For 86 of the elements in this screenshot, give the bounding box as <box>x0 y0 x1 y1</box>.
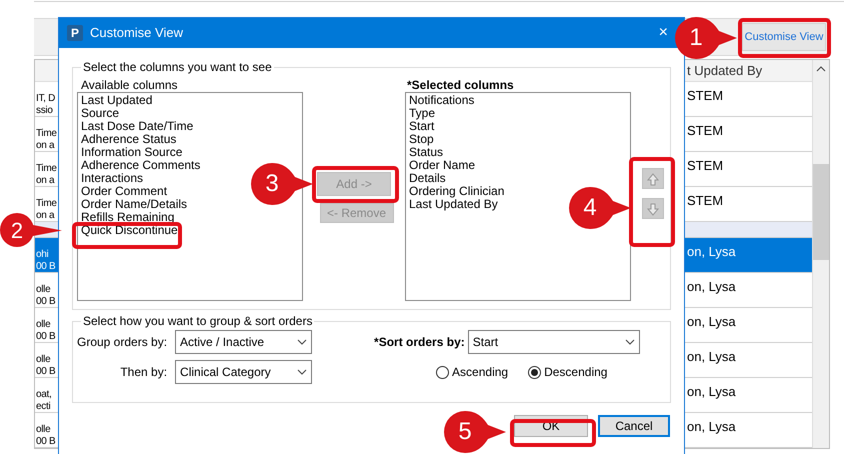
list-item[interactable]: Status <box>409 146 444 159</box>
table-cell: 00 B <box>36 436 56 448</box>
table-cell-text: on, Lysa <box>687 383 737 401</box>
arrow-up-icon <box>645 170 661 186</box>
list-item[interactable]: Last Updated By <box>409 198 498 211</box>
cancel-button[interactable]: Cancel <box>598 415 670 437</box>
group-legend: Select the columns you want to see <box>81 58 274 76</box>
list-item[interactable]: Quick Discontinue <box>81 224 178 237</box>
list-item[interactable]: Details <box>409 172 446 185</box>
table-cell: Time <box>36 198 57 210</box>
table-cell-text: STEM <box>687 157 724 175</box>
scrollbar[interactable] <box>812 60 829 448</box>
field-label: Group orders by: <box>77 334 168 351</box>
dropdown[interactable]: Start <box>468 330 640 354</box>
table-cell: oat, <box>36 389 52 401</box>
list-item[interactable]: Ordering Clinician <box>409 185 504 198</box>
table-cell: on a <box>36 140 54 152</box>
close-button[interactable]: × <box>658 24 668 42</box>
group-legend: Select how you want to group & sort orders <box>81 312 314 330</box>
radio-option[interactable]: Ascending <box>436 363 508 381</box>
list-item[interactable]: Adherence Status <box>81 133 176 146</box>
window-title: Customise View <box>90 24 184 42</box>
step-badge: 3 <box>251 163 313 205</box>
step-badge: 4 <box>569 187 631 229</box>
chevron-up-icon <box>816 66 826 72</box>
dropdown[interactable]: Active / Inactive <box>175 330 312 354</box>
list-item[interactable]: Interactions <box>81 172 144 185</box>
radio-button[interactable] <box>528 366 542 378</box>
dropdown[interactable]: Clinical Category <box>175 360 312 384</box>
radio-label: Ascending <box>452 364 508 381</box>
list-item[interactable]: Refills Remaining <box>81 211 174 224</box>
list-item[interactable]: Source <box>81 107 120 120</box>
table-cell-text: on, Lysa <box>687 278 737 296</box>
customise-view-button[interactable]: Customise View <box>742 23 826 51</box>
table-cell: 00 B <box>36 296 56 308</box>
table-cell: on a <box>36 210 54 222</box>
list-item[interactable]: Stop <box>409 133 434 146</box>
list-label: Available columns <box>81 78 178 92</box>
table-cell: ecti <box>36 401 50 413</box>
chevron-down-icon <box>624 339 635 345</box>
step-badge: 1 <box>675 17 737 59</box>
table-cell: Time <box>36 163 57 175</box>
app-logo-icon: P <box>67 25 83 41</box>
table-cell: on a <box>36 175 54 187</box>
arrow-down-icon <box>645 200 661 216</box>
list-item[interactable]: Last Dose Date/Time <box>81 120 194 133</box>
column-header: t Updated By <box>687 62 764 80</box>
callout-pointer <box>33 225 62 236</box>
table-cell: olle <box>36 319 50 331</box>
list-item[interactable]: Order Comment <box>81 185 168 198</box>
chevron-down-icon <box>297 369 308 375</box>
table-cell-text: on, Lysa <box>687 243 737 261</box>
list-label: *Selected columns <box>407 78 515 92</box>
list-item[interactable]: Adherence Comments <box>81 159 200 172</box>
list-item[interactable]: Notifications <box>409 94 474 107</box>
list-item[interactable]: Order Name <box>409 159 476 172</box>
list-item[interactable]: Information Source <box>81 146 182 159</box>
table-cell: olle <box>36 284 50 296</box>
step-badge: 5 <box>444 411 506 453</box>
table-cell: ssio <box>36 105 53 117</box>
table-cell: 00 B <box>36 366 56 378</box>
table-cell-text: on, Lysa <box>687 348 737 366</box>
table-cell-text: on, Lysa <box>687 418 737 436</box>
radio-button[interactable] <box>436 366 450 378</box>
table-cell-text: STEM <box>687 122 724 140</box>
field-label: *Sort orders by: <box>374 334 465 351</box>
list-item[interactable]: Last Updated <box>81 94 152 107</box>
table-cell: ohi <box>36 249 48 261</box>
table-cell-text: STEM <box>687 192 724 210</box>
list-item[interactable]: Order Name/Details <box>81 198 188 211</box>
scrollbar-thumb[interactable] <box>813 164 829 260</box>
table-cell: IT, D <box>36 93 56 105</box>
radio-label: Descending <box>544 364 608 381</box>
list-item[interactable]: Type <box>409 107 436 120</box>
table-cell: olle <box>36 354 50 366</box>
table-cell-text: STEM <box>687 87 724 105</box>
table-cell: olle <box>36 424 50 436</box>
list-item[interactable]: Start <box>409 120 434 133</box>
table-cell: 00 B <box>36 331 56 343</box>
table-cell: 00 B <box>36 261 56 273</box>
step-badge: 2 <box>0 213 34 247</box>
field-label: Then by: <box>119 364 168 381</box>
table-cell: Time <box>36 128 57 140</box>
table-cell-text: on, Lysa <box>687 313 737 331</box>
chevron-down-icon <box>297 339 308 345</box>
radio-option[interactable]: Descending <box>528 363 608 381</box>
